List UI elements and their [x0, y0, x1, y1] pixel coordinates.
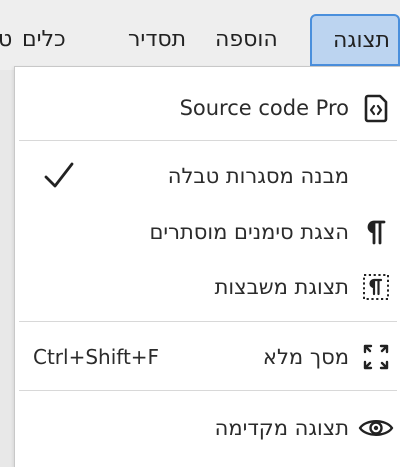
dotted-pilcrow-icon	[359, 270, 393, 304]
menubar-item-format[interactable]: תסדיר	[128, 14, 186, 66]
menu-item-grid-view[interactable]: תצוגת משבצות	[15, 262, 400, 312]
menu-item-hidden-marks-label: הצגת סימנים מוסתרים	[149, 220, 349, 244]
menubar-item-partial[interactable]: ט	[0, 14, 12, 66]
menu-item-fullscreen[interactable]: Ctrl+Shift+F מסך מלא	[15, 332, 400, 382]
view-menu-dropdown: Source code Pro מבנה מסגרות טבלה הצגת סי…	[14, 66, 400, 467]
menu-separator	[19, 390, 397, 391]
menubar-item-view[interactable]: תצוגה	[310, 14, 400, 66]
pilcrow-icon	[359, 215, 393, 249]
checkmark-icon	[41, 155, 77, 195]
menubar: ט כלים תסדיר הוספה תצוגה	[0, 0, 400, 70]
menu-item-table-frames-label: מבנה מסגרות טבלה	[167, 164, 349, 188]
eye-icon	[357, 411, 395, 445]
menu-item-fullscreen-shortcut: Ctrl+Shift+F	[33, 345, 160, 369]
menu-item-preview-label: תצוגה מקדימה	[214, 416, 349, 440]
fullscreen-icon	[359, 340, 393, 374]
menu-separator	[19, 321, 397, 322]
menu-item-source-code-label: Source code Pro	[179, 96, 349, 120]
menu-item-grid-view-label: תצוגת משבצות	[214, 275, 349, 299]
menu-item-preview[interactable]: תצוגה מקדימה	[15, 403, 400, 453]
source-code-icon	[359, 91, 393, 125]
menubar-item-insert[interactable]: הוספה	[215, 14, 278, 66]
menu-separator	[19, 140, 397, 141]
menu-item-fullscreen-label: מסך מלא	[262, 345, 349, 369]
menu-item-source-code[interactable]: Source code Pro	[15, 83, 400, 133]
menu-item-hidden-marks[interactable]: הצגת סימנים מוסתרים	[15, 207, 400, 257]
menubar-item-tools[interactable]: כלים	[22, 14, 66, 66]
menu-item-table-frames[interactable]: מבנה מסגרות טבלה	[15, 151, 400, 201]
